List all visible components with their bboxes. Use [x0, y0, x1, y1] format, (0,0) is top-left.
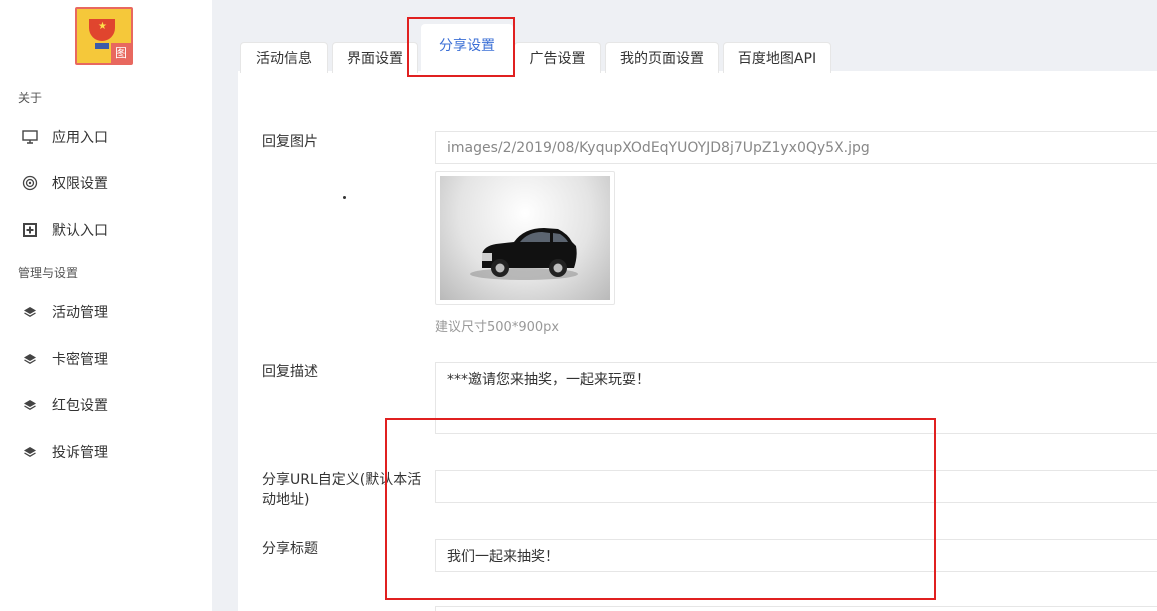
- app-logo[interactable]: ★ 图: [75, 7, 133, 65]
- sidebar: ★ 图 关于 应用入口 权限设置 默认入口 管理与设置 活动管理 卡密管理 红包…: [0, 0, 212, 611]
- share-title-label: 分享标题: [262, 541, 318, 557]
- reply-image-preview[interactable]: [435, 171, 615, 305]
- share-title-input[interactable]: 我们一起来抽奖！: [435, 539, 1157, 572]
- sidebar-item-label: 活动管理: [52, 305, 108, 321]
- tab-share-settings[interactable]: 分享设置: [421, 24, 513, 73]
- layers-icon: [18, 399, 42, 411]
- monitor-icon: [18, 130, 42, 144]
- layers-icon: [18, 446, 42, 458]
- sidebar-item-app-entry[interactable]: 应用入口: [18, 122, 198, 152]
- reply-desc-label: 回复描述: [262, 364, 318, 380]
- sidebar-item-default-entry[interactable]: 默认入口: [18, 215, 198, 245]
- sidebar-item-permissions[interactable]: 权限设置: [18, 168, 198, 198]
- target-icon: [18, 175, 42, 191]
- sidebar-item-activity-manage[interactable]: 活动管理: [18, 297, 198, 327]
- layers-icon: [18, 353, 42, 365]
- sidebar-item-label: 应用入口: [52, 130, 108, 146]
- tab-ad-settings[interactable]: 广告设置: [514, 42, 601, 73]
- section-title-manage: 管理与设置: [18, 266, 79, 280]
- share-url-input[interactable]: [435, 470, 1157, 503]
- tab-interface-settings[interactable]: 界面设置: [332, 42, 418, 73]
- reply-image-path-input[interactable]: images/2/2019/08/KyqupXOdEqYUOYJD8j7UpZ1…: [435, 131, 1157, 164]
- reply-image-label: 回复图片: [262, 134, 318, 150]
- sidebar-item-complaint-manage[interactable]: 投诉管理: [18, 437, 198, 467]
- share-url-label: 分享URL自定义(默认本活动地址): [262, 472, 422, 508]
- logo-badge: 图: [111, 43, 131, 63]
- layers-icon: [18, 306, 42, 318]
- entry-icon: [18, 223, 42, 237]
- car-image: [440, 176, 610, 300]
- next-field-input[interactable]: [435, 606, 1157, 611]
- section-title-about: 关于: [18, 91, 43, 105]
- sidebar-item-label: 投诉管理: [52, 445, 108, 461]
- sidebar-item-redpacket-settings[interactable]: 红包设置: [18, 390, 198, 420]
- tab-baidu-map-api[interactable]: 百度地图API: [723, 42, 831, 73]
- sidebar-item-label: 红包设置: [52, 398, 108, 414]
- tab-activity-info[interactable]: 活动信息: [240, 42, 328, 73]
- tab-my-page-settings[interactable]: 我的页面设置: [605, 42, 719, 73]
- sidebar-item-label: 权限设置: [52, 176, 108, 192]
- reply-desc-textarea[interactable]: ***邀请您来抽奖，一起来玩耍！: [435, 362, 1157, 434]
- sidebar-item-label: 默认入口: [52, 223, 108, 239]
- sidebar-item-card-manage[interactable]: 卡密管理: [18, 344, 198, 374]
- image-size-hint: 建议尺寸500*900px: [435, 320, 560, 335]
- sidebar-item-label: 卡密管理: [52, 352, 108, 368]
